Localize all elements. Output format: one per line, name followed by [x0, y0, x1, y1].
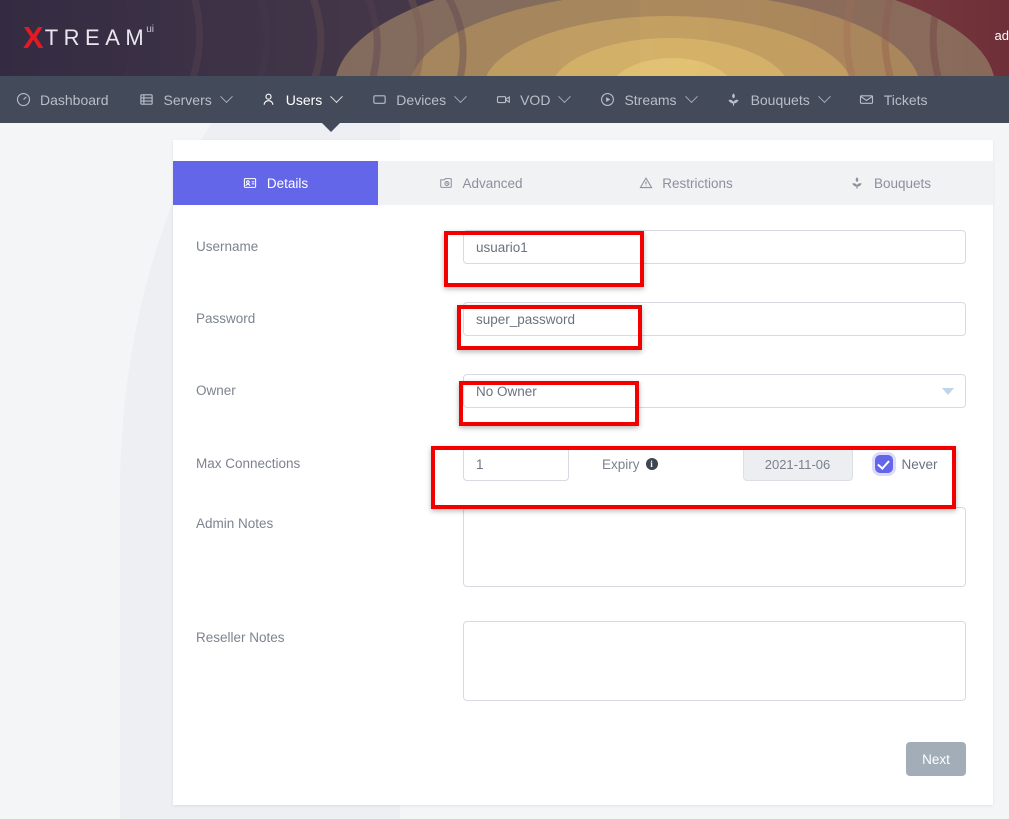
id-card-icon: [243, 176, 258, 191]
bouquet-icon: [850, 176, 865, 191]
nav-label: Bouquets: [751, 92, 810, 108]
bouquet-icon: [726, 92, 742, 108]
password-label: Password: [173, 302, 463, 326]
owner-selected-value: No Owner: [476, 384, 537, 399]
form-tabs: Details Advanced Restrictions: [173, 161, 993, 205]
owner-label: Owner: [173, 374, 463, 398]
nav-item-dashboard[interactable]: Dashboard: [0, 76, 124, 123]
servers-icon: [139, 92, 155, 108]
nav-label: Streams: [624, 92, 676, 108]
main-navigation: Dashboard Servers Users Devices: [0, 76, 1009, 123]
video-icon: [495, 92, 511, 108]
password-input[interactable]: [463, 302, 966, 336]
logo-wordmark: TREAM: [45, 27, 150, 49]
user-details-form: Username Password Owner No Owner Ma: [173, 205, 993, 776]
field-row-password: Password: [173, 302, 993, 336]
never-label: Never: [902, 457, 938, 472]
nav-item-devices[interactable]: Devices: [356, 76, 480, 123]
user-form-card: Details Advanced Restrictions: [173, 140, 993, 805]
nav-label: Servers: [164, 92, 212, 108]
warning-icon: [638, 176, 653, 191]
dashboard-icon: [15, 92, 31, 108]
nav-item-vod[interactable]: VOD: [480, 76, 584, 123]
tab-label: Advanced: [462, 176, 522, 191]
field-row-username: Username: [173, 230, 993, 264]
form-actions: Next: [173, 742, 993, 776]
nav-item-tickets[interactable]: Tickets: [844, 76, 943, 123]
expiry-label-group: Expiry i: [602, 457, 658, 472]
reseller-notes-label: Reseller Notes: [173, 621, 463, 645]
gear-box-icon: [438, 176, 453, 191]
field-row-reseller-notes: Reseller Notes: [173, 621, 993, 706]
envelope-icon: [859, 92, 875, 108]
nav-label: VOD: [520, 92, 550, 108]
never-checkbox-group: Never: [875, 455, 938, 473]
tab-restrictions[interactable]: Restrictions: [583, 161, 788, 205]
admin-notes-textarea[interactable]: [463, 507, 966, 587]
expiry-date-field[interactable]: 2021-11-06: [743, 447, 853, 481]
tab-label: Restrictions: [662, 176, 733, 191]
never-checkbox[interactable]: [875, 455, 893, 473]
user-icon: [261, 92, 277, 108]
tab-label: Bouquets: [874, 176, 931, 191]
chevron-down-icon: [220, 90, 233, 103]
nav-item-bouquets[interactable]: Bouquets: [711, 76, 844, 123]
active-nav-pointer: [322, 123, 340, 132]
chevron-down-icon: [685, 90, 698, 103]
max-connections-label: Max Connections: [173, 447, 463, 471]
next-button[interactable]: Next: [906, 742, 966, 776]
nav-label: Tickets: [884, 92, 928, 108]
tab-bouquets[interactable]: Bouquets: [788, 161, 993, 205]
admin-notes-label: Admin Notes: [173, 507, 463, 531]
logo[interactable]: X TREAM ui: [23, 22, 154, 53]
field-row-max-connections: Max Connections Expiry i 2021-11-06 Neve…: [173, 447, 993, 481]
logo-x-mark: X: [23, 22, 43, 53]
field-row-owner: Owner No Owner: [173, 374, 993, 408]
expiry-label: Expiry: [602, 457, 640, 472]
nav-item-servers[interactable]: Servers: [124, 76, 246, 123]
chevron-down-icon: [559, 90, 572, 103]
owner-select[interactable]: No Owner: [463, 374, 966, 408]
username-label: Username: [173, 230, 463, 254]
chevron-down-icon: [454, 90, 467, 103]
info-icon[interactable]: i: [646, 458, 658, 470]
stream-icon: [599, 92, 615, 108]
nav-item-users[interactable]: Users: [246, 76, 357, 123]
chevron-down-icon: [942, 388, 954, 395]
field-row-admin-notes: Admin Notes: [173, 507, 993, 592]
reseller-notes-textarea[interactable]: [463, 621, 966, 701]
device-icon: [371, 92, 387, 108]
nav-label: Dashboard: [40, 92, 109, 108]
tab-details[interactable]: Details: [173, 161, 378, 205]
max-connections-input[interactable]: [463, 447, 569, 481]
top-banner: X TREAM ui ad: [0, 0, 1009, 76]
account-label[interactable]: ad: [995, 28, 1009, 43]
logo-superscript: ui: [146, 24, 154, 35]
tab-advanced[interactable]: Advanced: [378, 161, 583, 205]
tab-label: Details: [267, 176, 308, 191]
nav-item-streams[interactable]: Streams: [584, 76, 710, 123]
chevron-down-icon: [330, 90, 343, 103]
nav-label: Devices: [396, 92, 446, 108]
nav-label: Users: [286, 92, 323, 108]
username-input[interactable]: [463, 230, 966, 264]
chevron-down-icon: [818, 90, 831, 103]
